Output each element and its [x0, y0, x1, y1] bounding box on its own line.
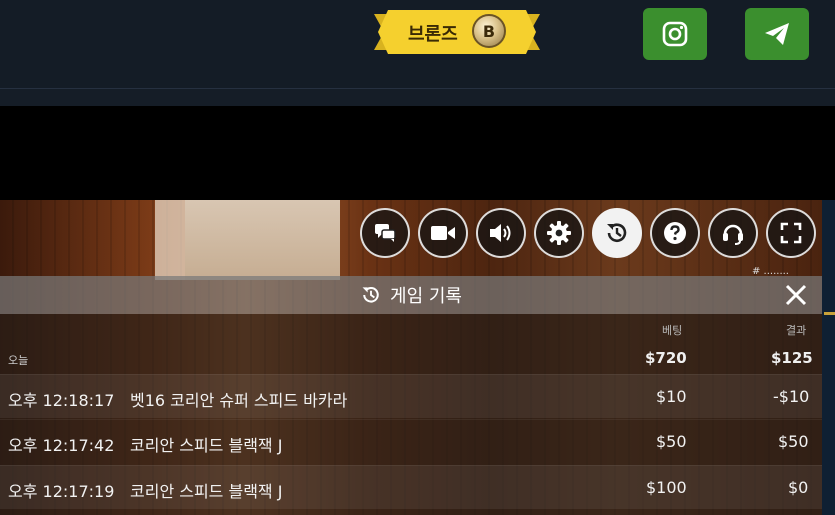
history-panel-header: 게임 기록: [0, 276, 822, 314]
row-result: $50: [778, 432, 809, 451]
right-edge-bar: [822, 200, 835, 515]
history-title-text: 게임 기록: [390, 286, 462, 307]
rank-coin-letter: B: [482, 21, 496, 41]
rank-badge[interactable]: 브론즈 B: [374, 6, 540, 58]
telegram-icon: [765, 23, 789, 45]
volume-icon: [490, 224, 511, 242]
history-button[interactable]: [592, 208, 642, 258]
row-time: 오후 12:18:17: [8, 391, 115, 410]
column-header-bet: 베팅: [662, 324, 683, 337]
instagram-button[interactable]: [643, 8, 707, 60]
row-time: 오후 12:17:19: [8, 482, 115, 501]
fullscreen-icon: [780, 222, 802, 244]
row-game: 코리안 스피드 블랙잭 J: [130, 436, 283, 455]
today-bet-total: $720: [645, 349, 687, 367]
row-bet: $10: [656, 387, 687, 406]
headset-icon: [723, 224, 743, 245]
close-icon: [785, 284, 807, 306]
help-icon: [664, 222, 686, 244]
column-header-result: 결과: [786, 324, 807, 337]
video-camera-icon: [431, 226, 455, 240]
history-row[interactable]: 오후 12:17:42 코리안 스피드 블랙잭 J $50 $50: [0, 419, 822, 463]
top-bar-divider: [0, 88, 835, 106]
history-row[interactable]: 오후 12:17:19 코리안 스피드 블랙잭 J $100 $0: [0, 465, 822, 509]
rank-label: 브론즈: [408, 24, 458, 45]
today-label: 오늘: [8, 354, 29, 367]
fullscreen-button[interactable]: [766, 208, 816, 258]
gear-icon: [547, 221, 571, 245]
chat-button[interactable]: [360, 208, 410, 258]
video-button[interactable]: [418, 208, 468, 258]
row-game: 벳16 코리안 슈퍼 스피드 바카라: [130, 391, 348, 410]
help-button[interactable]: [650, 208, 700, 258]
row-time: 오후 12:17:42: [8, 436, 115, 455]
today-result-total: $125: [771, 349, 813, 367]
row-bet: $100: [646, 478, 687, 497]
instagram-icon: [662, 21, 688, 47]
right-edge-mark: [824, 312, 835, 315]
row-bet: $50: [656, 432, 687, 451]
history-title: 게임 기록: [0, 276, 822, 314]
volume-button[interactable]: [476, 208, 526, 258]
black-band: [0, 106, 835, 200]
settings-button[interactable]: [534, 208, 584, 258]
history-row[interactable]: 오후 12:18:17 벳16 코리안 슈퍼 스피드 바카라 $10 -$10: [0, 374, 822, 418]
close-button[interactable]: [784, 283, 808, 307]
chat-icon: [375, 224, 396, 242]
row-result: -$10: [773, 387, 810, 406]
telegram-button[interactable]: [745, 8, 809, 60]
history-title-icon: [362, 287, 379, 303]
row-game: 코리안 스피드 블랙잭 J: [130, 482, 283, 501]
rank-coin-icon: B: [472, 14, 506, 48]
row-result: $0: [788, 478, 809, 497]
support-button[interactable]: [708, 208, 758, 258]
history-icon: [607, 223, 627, 242]
